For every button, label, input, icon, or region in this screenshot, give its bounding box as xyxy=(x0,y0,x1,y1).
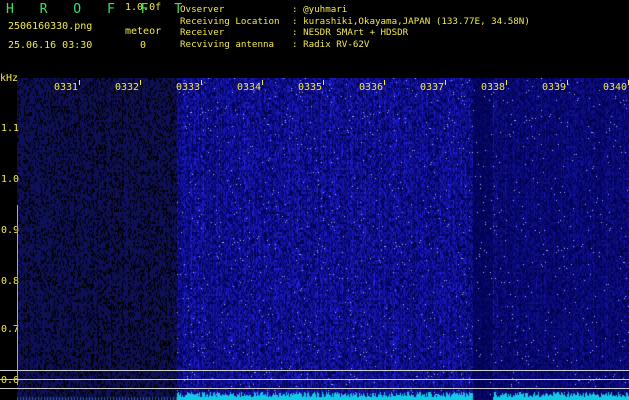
x-tick-label: 0336 xyxy=(359,82,384,93)
x-tick-label: 0337 xyxy=(420,82,445,93)
info-value: : kurashiki,Okayama,JAPAN (133.77E, 34.5… xyxy=(292,15,530,27)
info-key: Receiving Location xyxy=(180,15,280,27)
x-tick-mark xyxy=(262,80,263,85)
spectrogram-plot xyxy=(17,78,629,400)
x-tick-label: 0333 xyxy=(176,82,201,93)
timestamp-label: 25.06.16 03:30 xyxy=(8,40,93,51)
x-tick-label: 0338 xyxy=(481,82,506,93)
y-axis-unit: kHz xyxy=(0,73,19,84)
x-tick-mark xyxy=(384,80,385,85)
reference-line xyxy=(0,370,629,371)
reference-line xyxy=(0,379,629,380)
x-tick-mark xyxy=(79,80,80,85)
info-value: : @yuhmari xyxy=(292,4,348,15)
info-row-location: Receiving Location : kurashiki,Okayama,J… xyxy=(180,16,530,28)
info-value: : Radix RV-62V xyxy=(292,38,370,50)
info-row-antenna: Recviving antenna : Radix RV-62V xyxy=(180,39,530,51)
y-axis-line xyxy=(17,205,18,385)
info-value: : NESDR SMArt + HDSDR xyxy=(292,27,409,39)
x-tick-label: 0335 xyxy=(298,82,323,93)
info-row-observer: Ovserver : @yuhmari xyxy=(180,4,530,16)
info-row-receiver: Receiver : NESDR SMArt + HDSDR xyxy=(180,27,530,39)
x-tick-mark xyxy=(567,80,568,85)
x-tick-label: 0331 xyxy=(54,82,79,93)
info-key: Ovserver xyxy=(180,4,225,15)
reference-line xyxy=(0,388,629,389)
x-tick-label: 0332 xyxy=(115,82,140,93)
station-info: Ovserver : @yuhmari Receiving Location :… xyxy=(180,4,530,50)
x-tick-mark xyxy=(201,80,202,85)
filename-label: 2506160330.png xyxy=(8,21,93,32)
y-tick-label: 1.0 xyxy=(1,174,20,185)
meteor-count: 0 xyxy=(140,40,147,51)
x-tick-label: 0334 xyxy=(237,82,262,93)
version-label: 1.0.0f xyxy=(125,2,162,13)
info-key: Recviving antenna xyxy=(180,38,275,50)
spectrogram-canvas xyxy=(17,78,629,400)
x-tick-mark xyxy=(140,80,141,85)
x-tick-label: 0339 xyxy=(542,82,567,93)
info-key: Receiver xyxy=(180,27,225,39)
x-tick-label: 0340 xyxy=(603,82,628,93)
meteor-label: meteor xyxy=(125,26,162,37)
y-tick-label: 1.1 xyxy=(1,123,20,134)
x-tick-mark xyxy=(323,80,324,85)
app-title: H R O F F T xyxy=(6,2,192,17)
x-tick-mark xyxy=(506,80,507,85)
x-tick-mark xyxy=(445,80,446,85)
